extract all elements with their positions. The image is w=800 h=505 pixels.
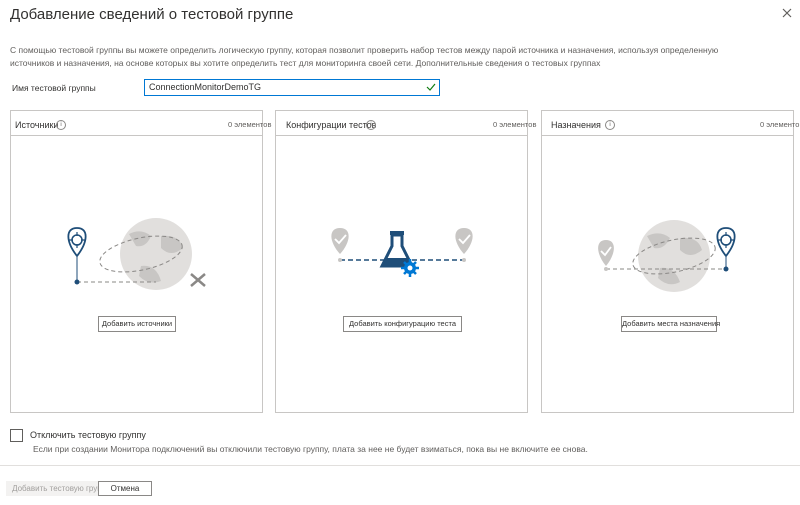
destination-globe-illustration xyxy=(598,220,736,292)
close-icon[interactable] xyxy=(778,4,796,22)
flask-icon xyxy=(379,231,415,268)
disable-test-group-description: Если при создании Монитора подключений в… xyxy=(33,444,588,454)
add-test-config-button[interactable]: Добавить конфигурацию теста xyxy=(343,316,462,332)
cancel-button[interactable]: Отмена xyxy=(98,481,152,496)
sources-count: 0 элементов xyxy=(228,120,272,129)
destinations-count: 0 элементов xyxy=(760,120,800,129)
destinations-panel: Назначения i 0 элементов Добавить места … xyxy=(541,110,800,413)
test-configs-title: Конфигурации тестов xyxy=(286,120,377,130)
info-icon[interactable]: i xyxy=(56,120,66,130)
intro-line-2: источников и назначения, на основе котор… xyxy=(10,58,601,68)
check-pin-icon xyxy=(598,240,614,271)
test-configs-drop-area: Добавить конфигурацию теста xyxy=(276,135,527,413)
checkmark-icon xyxy=(426,83,436,91)
x-mark-icon xyxy=(190,273,206,287)
test-group-name-value: ConnectionMonitorDemoTG xyxy=(149,82,262,92)
sources-title: Источники xyxy=(15,120,59,130)
disable-test-group-label: Отключить тестовую группу xyxy=(30,430,146,440)
add-destinations-button[interactable]: Добавить места назначения xyxy=(621,316,720,332)
dialog-title: Добавление сведений о тестовой группе xyxy=(10,6,294,23)
test-configs-panel: Конфигурации тестов i 0 элементов Добави… xyxy=(275,110,536,413)
test-configs-count: 0 элементов xyxy=(493,120,537,129)
sources-drop-area: Добавить источники xyxy=(11,135,262,413)
test-group-name-input[interactable]: ConnectionMonitorDemoTG xyxy=(144,79,440,96)
footer-divider xyxy=(0,465,800,466)
add-sources-button[interactable]: Добавить источники xyxy=(98,316,176,332)
test-configs-panel-header: Конфигурации тестов i 0 элементов xyxy=(276,111,536,135)
source-globe-illustration xyxy=(67,218,206,290)
intro-text: С помощью тестовой группы вы можете опре… xyxy=(10,44,800,70)
check-pin-icon xyxy=(331,228,349,262)
test-config-illustration xyxy=(331,228,473,277)
location-pin-icon xyxy=(67,227,87,285)
destinations-title: Назначения xyxy=(551,120,601,130)
test-group-name-label: Имя тестовой группы xyxy=(12,83,96,93)
globe-icon xyxy=(632,220,716,292)
destinations-panel-header: Назначения i 0 элементов xyxy=(542,111,800,135)
info-icon[interactable]: i xyxy=(366,120,376,130)
info-icon[interactable]: i xyxy=(605,120,615,130)
sources-panel-header: Источники i 0 элементов xyxy=(11,111,271,135)
destinations-drop-area: Добавить места назначения xyxy=(542,135,793,413)
globe-icon xyxy=(99,218,192,290)
check-pin-icon xyxy=(455,228,473,262)
intro-line-1: С помощью тестовой группы вы можете опре… xyxy=(10,45,719,55)
sources-panel: Источники i 0 элементов Добавить источни xyxy=(10,110,271,413)
disable-test-group-checkbox[interactable] xyxy=(10,429,23,442)
location-pin-icon xyxy=(716,227,736,272)
